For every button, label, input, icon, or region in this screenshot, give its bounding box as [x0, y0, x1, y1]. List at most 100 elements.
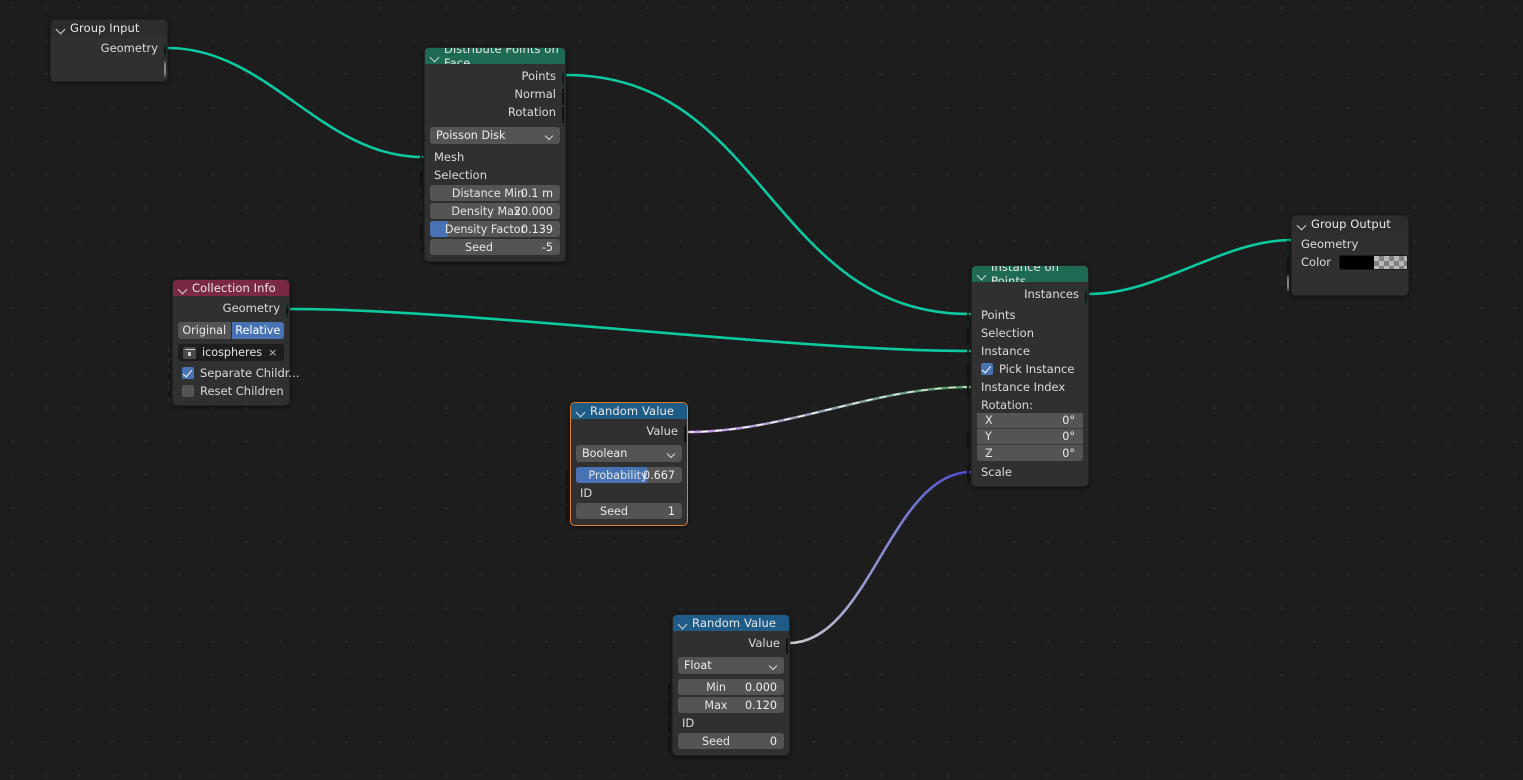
- input-socket-row-scale[interactable]: Scale: [967, 463, 1088, 483]
- seed-field[interactable]: Seed 1: [576, 503, 682, 519]
- distribution-method-dropdown[interactable]: Poisson Disk: [430, 127, 560, 144]
- input-socket-row-selection[interactable]: Selection: [420, 166, 565, 186]
- collection-selector[interactable]: icospheres ×: [178, 344, 284, 361]
- socket-probability-in[interactable]: [566, 469, 575, 486]
- input-socket-row-selection[interactable]: Selection: [967, 324, 1088, 344]
- socket-virtual-in[interactable]: [1286, 275, 1296, 291]
- input-socket-row-virtual[interactable]: [1286, 271, 1408, 291]
- socket-max-in[interactable]: [668, 699, 677, 716]
- output-socket-row-geometry[interactable]: Geometry: [51, 39, 167, 59]
- rotation-x-field[interactable]: X 0°: [977, 413, 1083, 429]
- collapse-chevron-icon[interactable]: [576, 407, 585, 416]
- node-group-output[interactable]: Group Output Geometry Color: [1286, 215, 1409, 296]
- input-socket-row-id[interactable]: ID: [566, 484, 687, 504]
- socket-separate-children-in[interactable]: [167, 367, 177, 384]
- input-socket-row-instance[interactable]: Instance: [966, 342, 1088, 362]
- node-header[interactable]: Collection Info: [173, 280, 289, 296]
- node-header[interactable]: Random Value: [571, 403, 687, 419]
- socket-instance-in[interactable]: [966, 345, 976, 362]
- socket-min-in[interactable]: [668, 681, 677, 698]
- rotation-z-field[interactable]: Z 0°: [977, 445, 1083, 461]
- socket-seed-in[interactable]: [566, 505, 575, 522]
- socket-id-in[interactable]: [668, 717, 677, 734]
- collapse-chevron-icon[interactable]: [678, 619, 687, 628]
- data-type-dropdown[interactable]: Boolean: [576, 445, 682, 462]
- output-socket-row-points[interactable]: Points: [425, 67, 565, 87]
- socket-points-in[interactable]: [966, 309, 976, 326]
- probability-field[interactable]: Probability 0.667: [576, 467, 682, 483]
- socket-geometry-out[interactable]: [285, 302, 295, 319]
- socket-selection-in[interactable]: [967, 327, 976, 344]
- socket-seed-in[interactable]: [668, 735, 677, 752]
- socket-virtual-out[interactable]: [163, 61, 173, 77]
- input-socket-row-geometry[interactable]: Geometry: [1286, 235, 1408, 255]
- node-random-value-float[interactable]: Random Value Value Float Min 0.000 Max 0…: [668, 614, 790, 756]
- node-group-input[interactable]: Group Input Geometry: [50, 19, 168, 82]
- input-socket-row-color[interactable]: Color: [1287, 253, 1408, 273]
- seed-field[interactable]: Seed 0: [678, 733, 784, 749]
- collapse-chevron-icon[interactable]: [977, 270, 986, 279]
- socket-scale-in[interactable]: [967, 466, 976, 483]
- socket-id-in[interactable]: [566, 487, 575, 504]
- output-socket-row-value[interactable]: Value: [673, 634, 789, 654]
- input-socket-row-points[interactable]: Points: [966, 306, 1088, 326]
- reset-children-checkbox[interactable]: [182, 385, 194, 397]
- transform-space-toggle-group[interactable]: Original Relative: [178, 322, 284, 339]
- socket-instance-index-in[interactable]: [967, 381, 976, 398]
- reset-children-row[interactable]: Reset Children: [167, 382, 289, 402]
- collapse-chevron-icon[interactable]: [178, 284, 187, 293]
- distance-min-field[interactable]: Distance Min 0.1 m: [430, 185, 560, 201]
- density-max-field[interactable]: Density Max 20.000: [430, 203, 560, 219]
- socket-value-out[interactable]: [684, 425, 693, 442]
- input-socket-row-mesh[interactable]: Mesh: [419, 148, 565, 168]
- pick-instance-row[interactable]: Pick Instance: [967, 360, 1088, 380]
- node-header[interactable]: Instance on Points: [972, 266, 1088, 282]
- node-collection-info[interactable]: Collection Info Geometry Original Relati…: [167, 279, 299, 406]
- socket-rotation-in[interactable]: [967, 431, 976, 448]
- node-header[interactable]: Random Value: [673, 615, 789, 631]
- max-field[interactable]: Max 0.120: [678, 697, 784, 713]
- node-header[interactable]: Group Input: [51, 20, 167, 36]
- output-socket-row-value[interactable]: Value: [571, 422, 687, 442]
- socket-pick-instance-in[interactable]: [967, 363, 976, 380]
- socket-instances-out[interactable]: [1084, 288, 1094, 305]
- node-editor-canvas[interactable]: Group Input Geometry Distribute Points o…: [0, 0, 1523, 780]
- rotation-y-field[interactable]: Y 0°: [977, 429, 1083, 445]
- input-socket-row-id[interactable]: ID: [668, 714, 789, 734]
- socket-collection-in[interactable]: [167, 346, 177, 363]
- output-socket-row-rotation[interactable]: Rotation: [425, 103, 565, 123]
- input-socket-row-instance-index[interactable]: Instance Index: [967, 378, 1088, 398]
- output-socket-row-virtual[interactable]: [51, 57, 167, 77]
- socket-rotation-out[interactable]: [562, 106, 571, 123]
- socket-density-factor-in[interactable]: [420, 223, 429, 240]
- density-factor-field[interactable]: Density Factor 0.139: [430, 221, 560, 237]
- data-type-dropdown[interactable]: Float: [678, 657, 784, 674]
- color-swatch[interactable]: [1339, 254, 1408, 270]
- socket-geometry-out[interactable]: [163, 42, 173, 59]
- seed-field[interactable]: Seed -5: [430, 239, 560, 255]
- socket-mesh-in[interactable]: [419, 151, 429, 168]
- socket-distance-min-in[interactable]: [419, 187, 429, 204]
- collapse-chevron-icon[interactable]: [1297, 220, 1306, 229]
- toggle-original[interactable]: Original: [178, 322, 231, 339]
- separate-children-row[interactable]: Separate Childr...: [167, 364, 299, 384]
- socket-selection-in[interactable]: [420, 169, 429, 186]
- socket-density-max-in[interactable]: [419, 205, 429, 222]
- output-socket-row-normal[interactable]: Normal: [425, 85, 565, 105]
- clear-collection-icon[interactable]: ×: [268, 346, 279, 359]
- socket-reset-children-in[interactable]: [167, 385, 177, 402]
- collapse-chevron-icon[interactable]: [430, 52, 439, 61]
- socket-geometry-in[interactable]: [1286, 238, 1296, 255]
- node-random-value-boolean[interactable]: Random Value Value Boolean Probability 0…: [566, 402, 688, 526]
- min-field[interactable]: Min 0.000: [678, 679, 784, 695]
- separate-children-checkbox[interactable]: [182, 367, 194, 379]
- collapse-chevron-icon[interactable]: [56, 24, 65, 33]
- pick-instance-checkbox[interactable]: [981, 363, 993, 375]
- socket-normal-out[interactable]: [562, 88, 571, 105]
- toggle-relative[interactable]: Relative: [231, 322, 284, 339]
- socket-value-out[interactable]: [786, 637, 795, 654]
- node-header[interactable]: Group Output: [1292, 216, 1408, 232]
- socket-seed-in[interactable]: [419, 241, 429, 258]
- output-socket-row-instances[interactable]: Instances: [972, 285, 1088, 305]
- node-instance-on-points[interactable]: Instance on Points Instances Points Sele…: [966, 265, 1089, 487]
